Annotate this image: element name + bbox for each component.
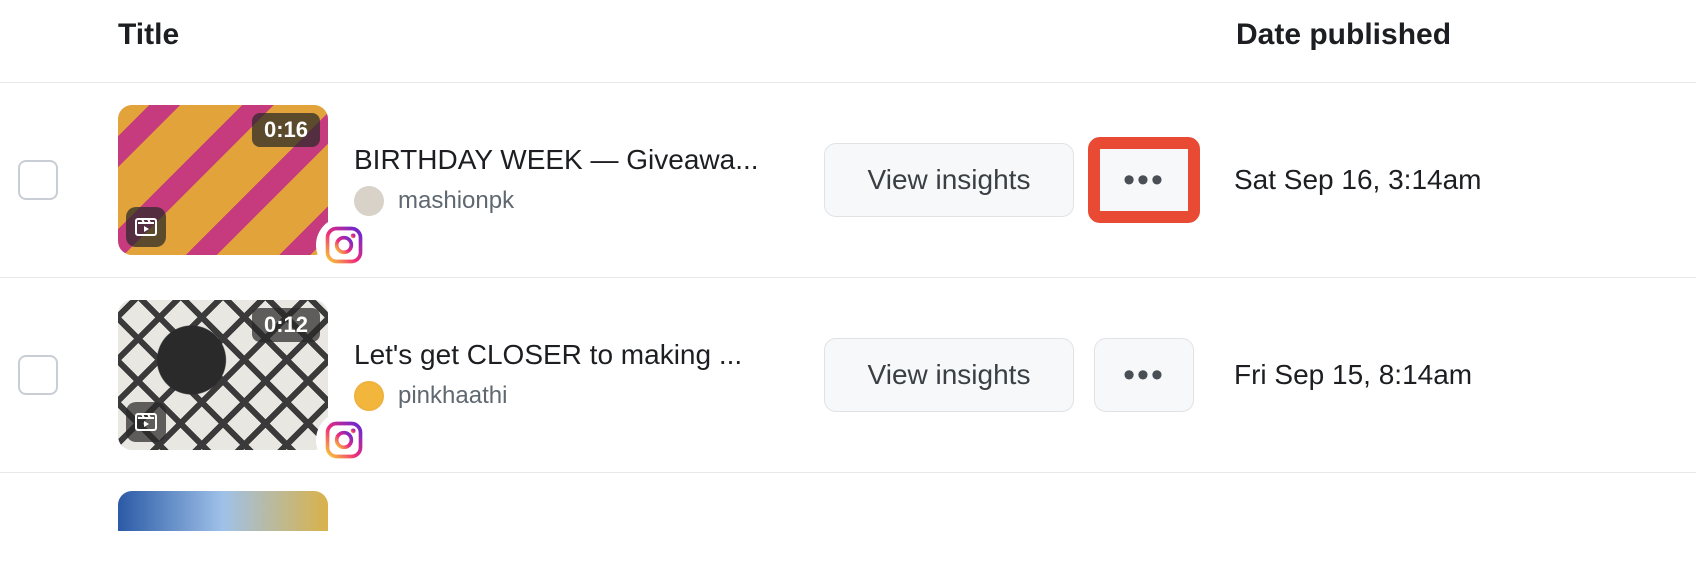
account-name: pinkhaathi [398,382,507,410]
post-thumbnail[interactable]: 0:16 [118,105,328,255]
more-actions-button[interactable]: ••• [1094,338,1194,412]
video-duration-badge: 0:16 [252,113,320,147]
reel-icon [126,402,166,442]
date-published: Fri Sep 15, 8:14am [1234,359,1696,391]
row-checkbox[interactable] [18,355,58,395]
post-thumbnail[interactable] [118,491,328,531]
account-name: mashionpk [398,187,514,215]
account-avatar-icon [354,381,384,411]
post-account[interactable]: mashionpk [354,186,806,216]
post-thumbnail[interactable]: 0:12 [118,300,328,450]
table-row: 0:16 BIRTHDAY WEEK — Giveawa... mashionp… [0,83,1696,278]
column-header-title[interactable]: Title [0,18,1236,52]
table-header: Title Date published [0,0,1696,83]
date-published: Sat Sep 16, 3:14am [1234,164,1696,196]
post-account[interactable]: pinkhaathi [354,381,806,411]
instagram-icon [316,217,372,273]
post-title[interactable]: BIRTHDAY WEEK — Giveawa... [354,144,806,176]
view-insights-button[interactable]: View insights [824,143,1074,217]
row-checkbox[interactable] [18,160,58,200]
instagram-icon [316,412,372,468]
column-header-date-published[interactable]: Date published [1236,18,1451,52]
view-insights-button[interactable]: View insights [824,338,1074,412]
post-title[interactable]: Let's get CLOSER to making ... [354,339,806,371]
account-avatar-icon [354,186,384,216]
table-row-partial [0,473,1696,531]
reel-icon [126,207,166,247]
video-duration-badge: 0:12 [252,308,320,342]
more-actions-button[interactable]: ••• [1094,143,1194,217]
table-row: 0:12 Let's get CLOSER to making ... pink… [0,278,1696,473]
